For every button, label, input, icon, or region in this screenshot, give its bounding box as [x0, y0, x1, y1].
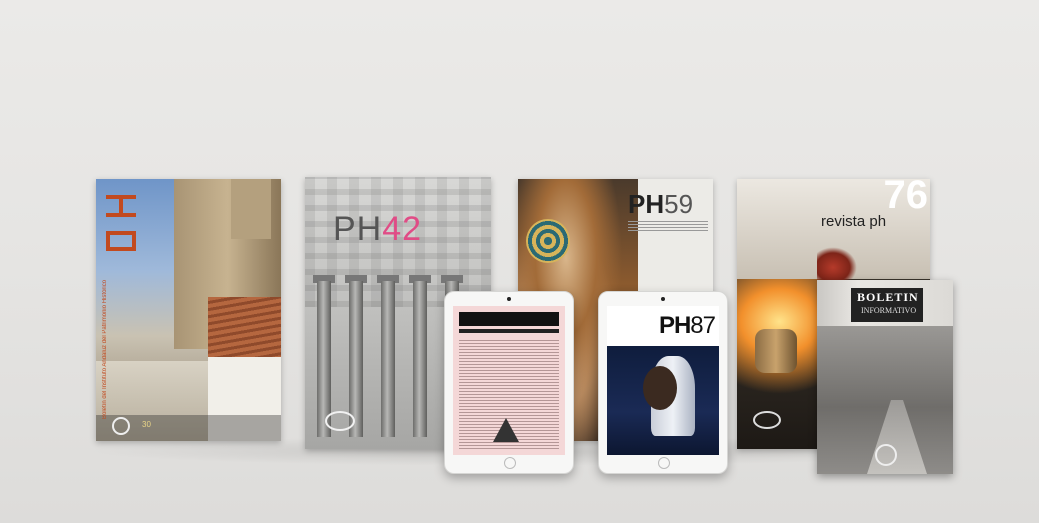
worker-figure: [817, 247, 857, 281]
cover-title: PH42: [333, 210, 422, 249]
tile-roof: [208, 297, 281, 357]
document-header: [459, 312, 559, 326]
cover-subtitle-lines: [628, 221, 708, 233]
tablet-screen: [453, 306, 565, 455]
cover-title: PH87: [658, 312, 716, 340]
issue-number: 76: [883, 179, 929, 217]
seal-icon: [112, 417, 130, 435]
home-button: [658, 457, 670, 469]
home-button: [504, 457, 516, 469]
issue-number: 30: [142, 420, 151, 429]
product-display: Boletín del Instituto Andaluz del Patrim…: [0, 0, 1039, 523]
ornament-swirl: [526, 219, 570, 263]
magazine-cover-ph-30: Boletín del Instituto Andaluz del Patrim…: [96, 179, 281, 441]
ph-logo-vertical: [106, 195, 136, 251]
seal-icon: [875, 444, 897, 466]
title-line-1: BOLETIN: [857, 290, 919, 304]
boletin-informativo-cover: BOLETIN INFORMATIVO: [817, 280, 953, 474]
title-prefix: PH: [658, 312, 691, 339]
cover-title: PH59: [628, 189, 693, 220]
title-number: 42: [382, 210, 423, 248]
church-tower: [231, 179, 271, 239]
camera-icon: [661, 297, 665, 301]
clay-pot: [755, 329, 797, 373]
column: [381, 281, 395, 437]
cover-title: revista ph: [821, 213, 887, 230]
document-subheader: [459, 329, 559, 333]
tablet-screen: PH87: [607, 306, 719, 455]
cover-vertical-title: Boletín del Instituto Andaluz del Patrim…: [102, 279, 108, 419]
tablet-left: [444, 291, 574, 474]
camera-icon: [507, 297, 511, 301]
title-number: 59: [664, 189, 694, 219]
title-line-2: INFORMATIVO: [861, 306, 917, 315]
junta-logo-icon: [753, 411, 781, 429]
title-prefix: PH: [628, 189, 665, 219]
tablet-right: PH87: [598, 291, 728, 474]
junta-logo-icon: [325, 411, 355, 431]
face: [643, 366, 677, 410]
title-prefix: PH: [333, 210, 383, 248]
column: [413, 281, 427, 437]
title-number: 87: [690, 312, 716, 339]
